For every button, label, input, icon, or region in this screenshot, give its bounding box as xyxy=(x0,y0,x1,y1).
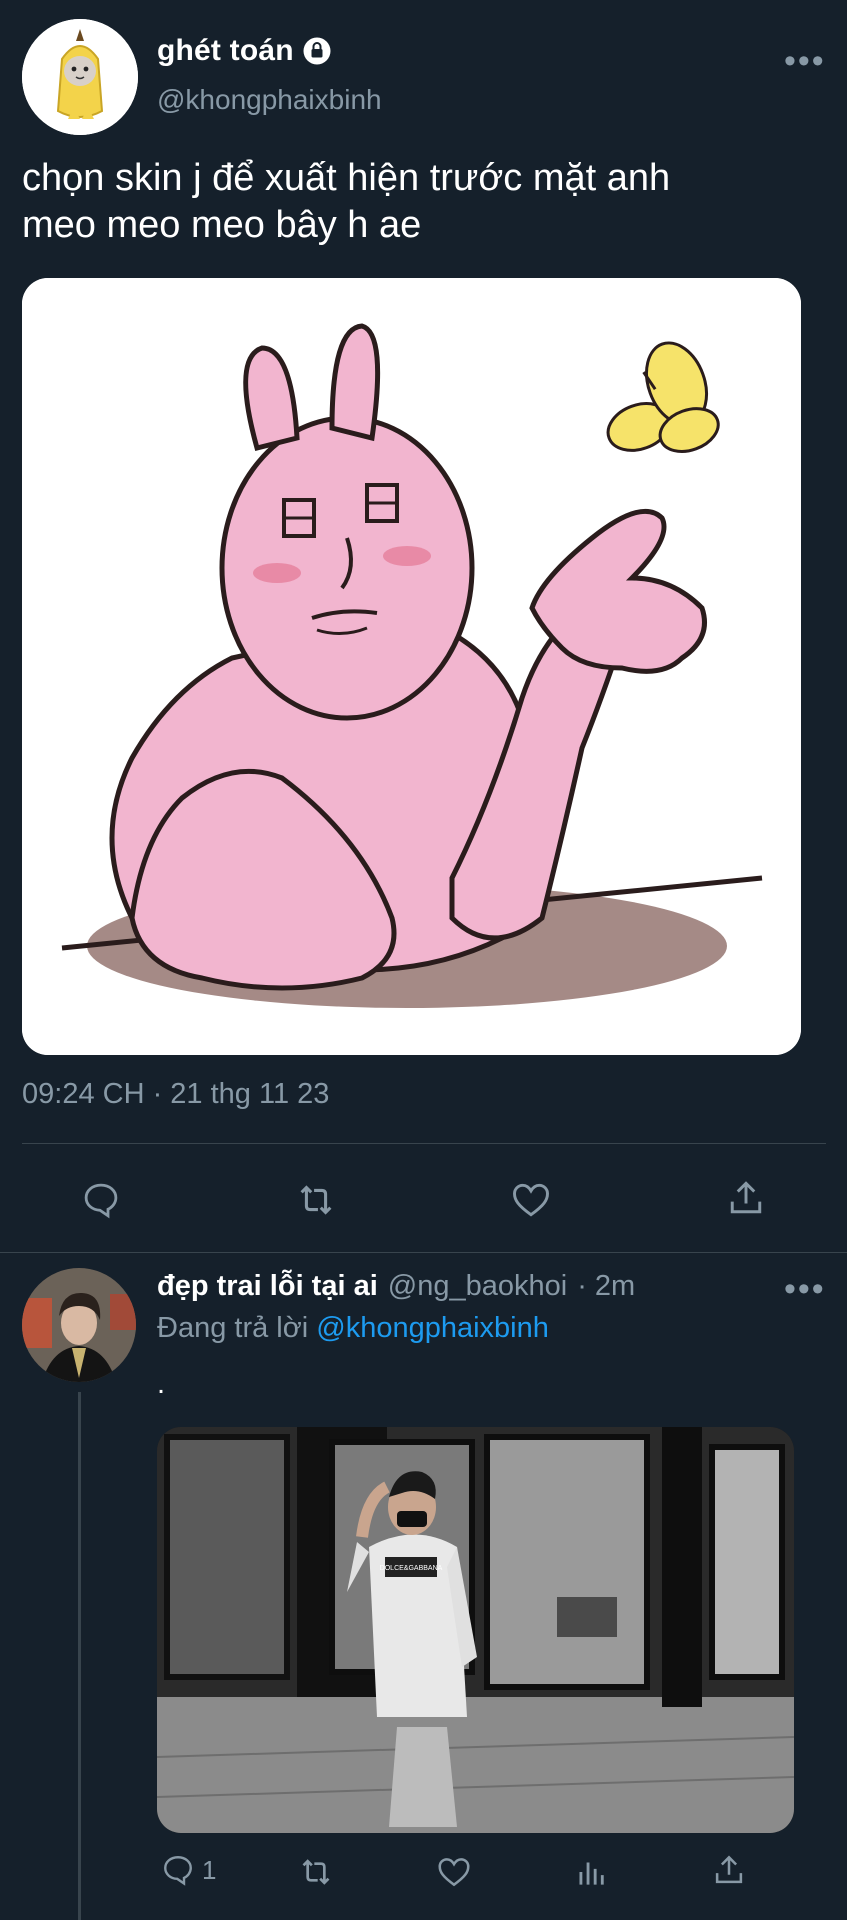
retweet-icon xyxy=(300,1185,332,1215)
divider xyxy=(0,1252,847,1253)
thread-line xyxy=(78,1392,81,1920)
reply-author-avatar-image xyxy=(22,1268,136,1382)
more-icon[interactable]: ••• xyxy=(784,44,826,78)
reply-text: . xyxy=(157,1368,166,1400)
main-author-name-row[interactable]: ghét toán xyxy=(157,34,332,68)
like-button[interactable] xyxy=(508,1177,554,1223)
more-icon[interactable]: ••• xyxy=(784,1272,826,1306)
avatar[interactable] xyxy=(22,1268,136,1382)
replying-to-prefix: Đang trả lời xyxy=(157,1312,309,1344)
main-author-name[interactable]: ghét toán xyxy=(157,34,294,68)
tweet-text: chọn skin j để xuất hiện trước mặt anh m… xyxy=(22,155,822,249)
tweet-text-line: meo meo meo bây h ae xyxy=(22,204,422,246)
reply-author-handle[interactable]: @ng_baokhoi xyxy=(388,1270,567,1303)
reply-icon xyxy=(164,1856,192,1886)
retweet-button[interactable] xyxy=(296,1852,336,1897)
reply-button[interactable] xyxy=(78,1177,124,1223)
lock-icon xyxy=(302,36,332,66)
retweet-icon xyxy=(302,1859,330,1885)
share-icon xyxy=(715,1855,743,1884)
tweet-image[interactable] xyxy=(22,278,801,1055)
like-icon xyxy=(513,1183,549,1217)
reply-author-name[interactable]: đẹp trai lỗi tại ai xyxy=(157,1270,378,1303)
pink-bunny-meme-image xyxy=(22,278,801,1055)
reply-icon xyxy=(84,1183,118,1219)
reply-button[interactable]: 1 xyxy=(160,1852,216,1888)
analytics-button[interactable] xyxy=(573,1853,611,1896)
reply-count: 1 xyxy=(202,1854,217,1885)
replying-to-link[interactable]: @khongphaixbinh xyxy=(316,1312,549,1344)
banana-cat-avatar-image xyxy=(22,19,138,135)
avatar[interactable] xyxy=(22,19,138,135)
divider xyxy=(22,1143,826,1144)
man-standing-photo: DOLCE&GABBANA xyxy=(157,1427,794,1833)
reply-time[interactable]: · 2m xyxy=(577,1270,635,1303)
tweet-text-line: chọn skin j để xuất hiện trước mặt anh xyxy=(22,157,671,199)
analytics-icon xyxy=(579,1862,604,1885)
reply-image[interactable]: DOLCE&GABBANA xyxy=(157,1427,794,1833)
reply-header: đẹp trai lỗi tại ai @ng_baokhoi · 2m xyxy=(157,1270,635,1303)
share-icon xyxy=(730,1181,762,1214)
tweet-timestamp[interactable]: 09:24 CH · 21 thg 11 23 xyxy=(22,1078,329,1111)
share-button[interactable] xyxy=(723,1175,769,1221)
retweet-button[interactable] xyxy=(293,1177,339,1223)
like-button[interactable] xyxy=(435,1853,473,1896)
shirt-logo-text: DOLCE&GABBANA xyxy=(380,1565,443,1572)
main-author-handle[interactable]: @khongphaixbinh xyxy=(157,84,382,116)
like-icon xyxy=(438,1858,470,1887)
replying-to: Đang trả lời @khongphaixbinh xyxy=(157,1312,549,1345)
share-button[interactable] xyxy=(710,1851,748,1894)
